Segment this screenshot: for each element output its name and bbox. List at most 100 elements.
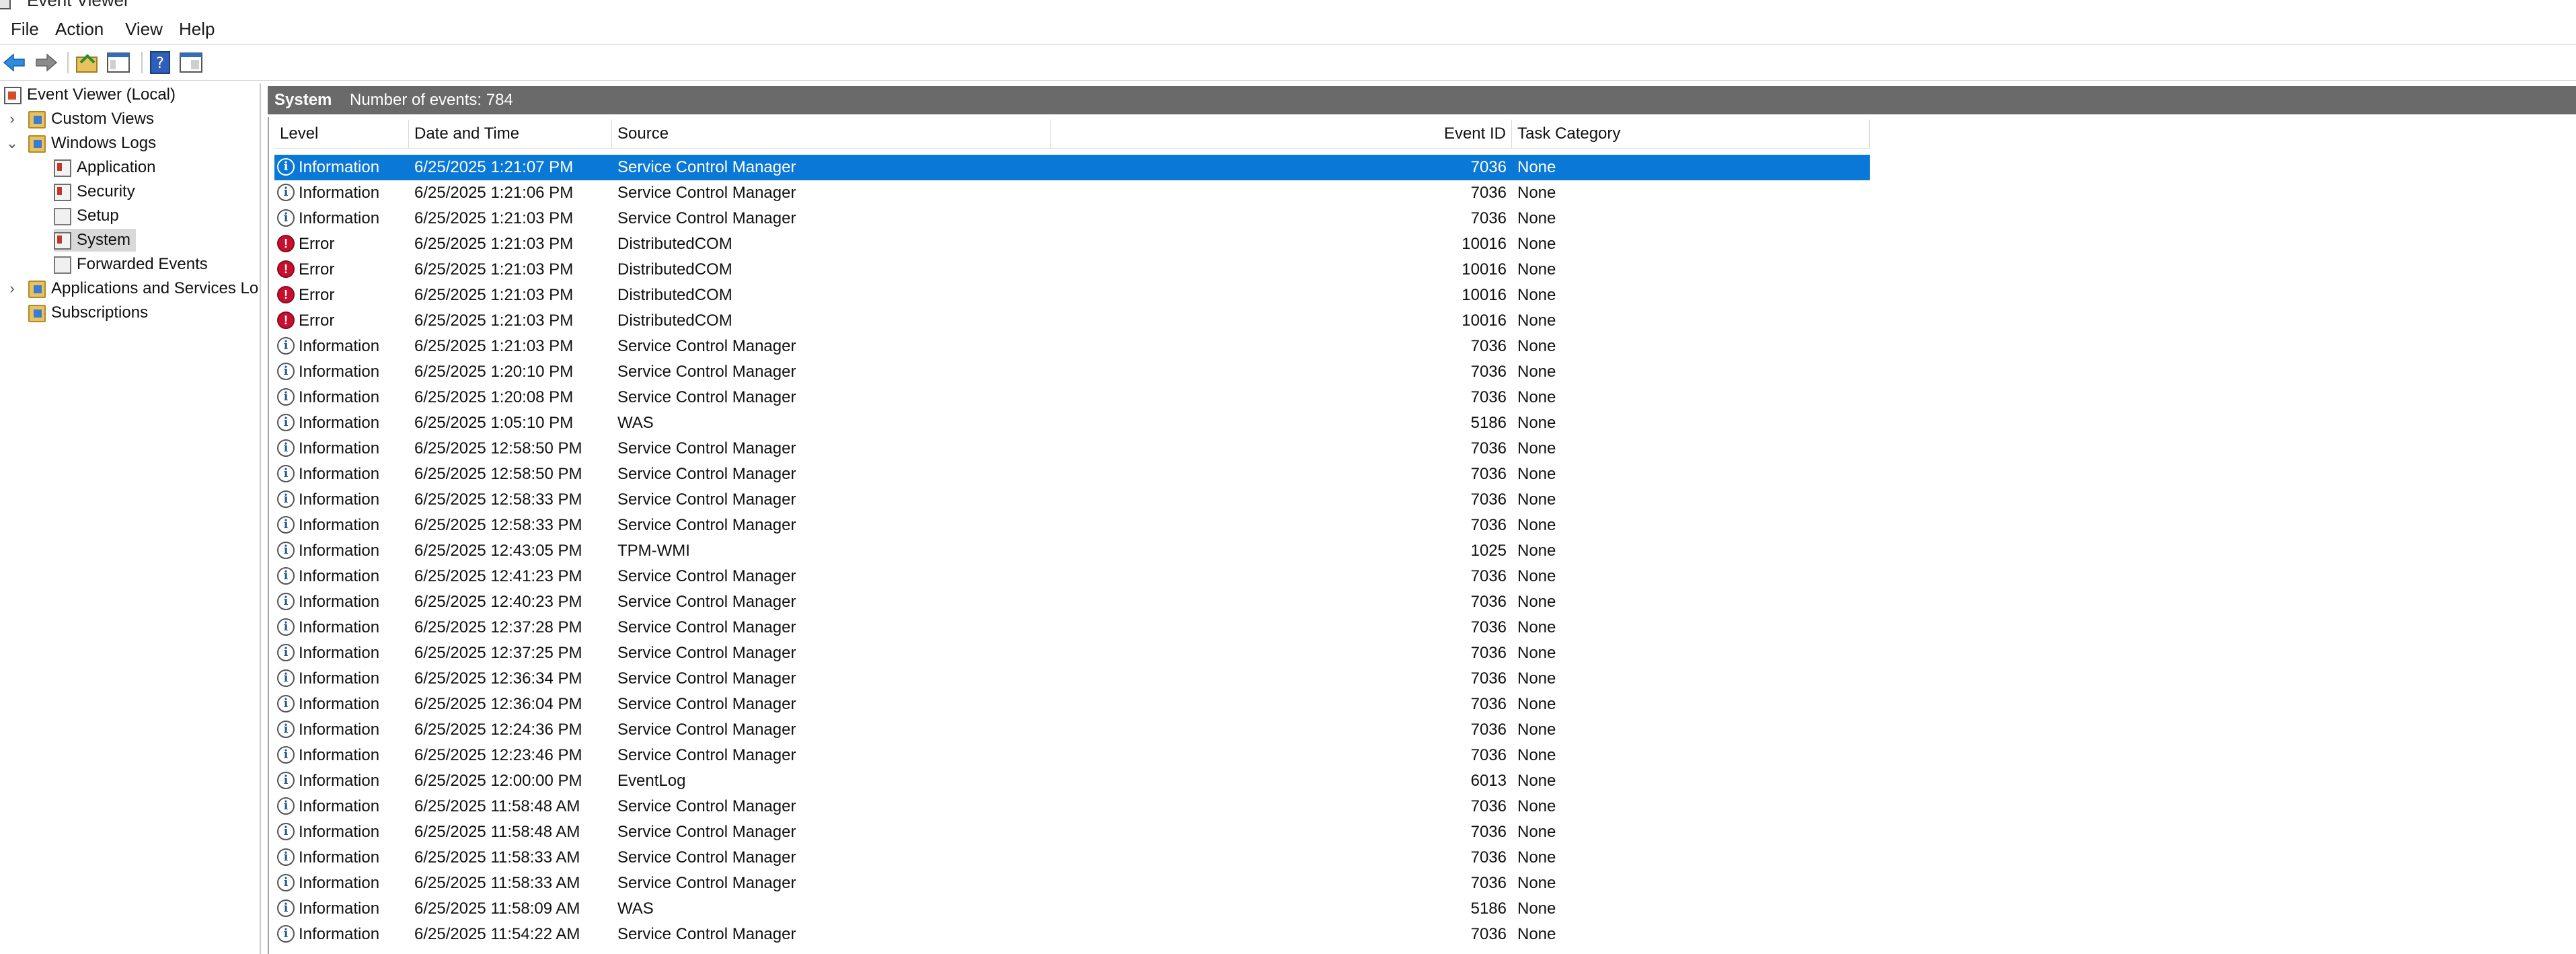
help-icon[interactable]: ?	[147, 49, 174, 76]
tree-event-viewer-local[interactable]: Event Viewer (Local)	[4, 83, 176, 106]
cell-source: TPM-WMI	[617, 542, 690, 560]
cell-level: Information	[299, 823, 380, 841]
event-row[interactable]: i Information 6/25/2025 12:36:04 PM Service…	[274, 692, 1870, 717]
event-row[interactable]: i Information 6/25/2025 1:21:06 PM Service …	[274, 180, 1870, 206]
log-icon	[54, 183, 71, 201]
tree-windows-logs[interactable]: Windows Logs	[28, 132, 156, 155]
event-row[interactable]: i Information 6/25/2025 12:24:36 PM Service…	[274, 717, 1870, 743]
cell-event-id: 7036	[1470, 746, 1507, 764]
menu-file[interactable]: File	[11, 19, 39, 40]
tree-label: Applications and Services Lo	[51, 279, 259, 297]
menu-view[interactable]: View	[125, 19, 163, 40]
expand-chevron-icon[interactable]: ›	[5, 277, 19, 300]
event-row[interactable]: ! Error 6/25/2025 1:21:03 PM DistributedCOM…	[274, 231, 1870, 257]
event-row[interactable]: i Information 6/25/2025 12:41:23 PM Service…	[274, 564, 1870, 589]
event-row[interactable]: i Information 6/25/2025 12:37:28 PM Service…	[274, 615, 1870, 640]
event-row[interactable]: i Information 6/25/2025 12:23:46 PM Service…	[274, 743, 1870, 768]
event-list: Level Date and Time Source Event ID Task…	[268, 117, 2576, 954]
event-row[interactable]: i Information 6/25/2025 12:58:33 PM Service…	[274, 487, 1870, 513]
event-row[interactable]: ! Error 6/25/2025 1:21:03 PM DistributedCOM…	[274, 257, 1870, 283]
column-date-time[interactable]: Date and Time	[409, 120, 612, 148]
information-icon: i	[277, 516, 295, 534]
event-row[interactable]: i Information 6/25/2025 1:20:08 PM Service …	[274, 385, 1870, 410]
cell-level: Information	[299, 209, 380, 227]
tree-log-system[interactable]: System	[54, 229, 137, 252]
cell-date-time: 6/25/2025 12:24:36 PM	[414, 721, 582, 739]
menu-help[interactable]: Help	[179, 19, 215, 40]
event-row[interactable]: i Information 6/25/2025 12:58:50 PM Service…	[274, 436, 1870, 462]
cell-level: Error	[299, 260, 335, 279]
cell-source: Service Control Manager	[617, 439, 796, 457]
event-row[interactable]: i Information 6/25/2025 1:20:10 PM Service …	[274, 359, 1870, 385]
show-hide-tree-icon[interactable]	[105, 49, 132, 76]
event-row[interactable]: i Information 6/25/2025 11:58:33 AM Service…	[274, 845, 1870, 871]
open-folder-icon[interactable]	[74, 49, 101, 76]
information-icon: i	[277, 490, 295, 508]
information-icon: i	[277, 797, 295, 815]
tree-log-forwarded-events[interactable]: Forwarded Events	[54, 253, 208, 276]
information-icon: i	[277, 746, 295, 764]
column-task-category[interactable]: Task Category	[1512, 120, 1870, 148]
properties-icon[interactable]	[178, 49, 204, 76]
cell-date-time: 6/25/2025 12:58:50 PM	[414, 439, 582, 457]
event-row[interactable]: i Information 6/25/2025 11:54:22 AM Service…	[274, 922, 1870, 947]
event-row[interactable]: i Information 6/25/2025 12:00:00 PM EventLo…	[274, 768, 1870, 794]
tree-log-setup[interactable]: Setup	[54, 205, 119, 227]
cell-date-time: 6/25/2025 1:21:03 PM	[414, 209, 574, 227]
event-row[interactable]: i Information 6/25/2025 1:05:10 PM WAS 5186 N…	[274, 410, 1870, 436]
event-row[interactable]: ! Error 6/25/2025 1:21:03 PM DistributedCOM…	[274, 308, 1870, 334]
event-row[interactable]: ! Error 6/25/2025 1:21:03 PM DistributedCOM…	[274, 283, 1870, 308]
expand-chevron-icon[interactable]: ›	[5, 108, 19, 131]
event-row[interactable]: i Information 6/25/2025 12:40:23 PM Service…	[274, 589, 1870, 615]
cell-source: Service Control Manager	[617, 797, 796, 815]
cell-task-category: None	[1517, 235, 1556, 253]
tree-applications-services[interactable]: Applications and Services Lo	[28, 277, 258, 300]
event-row[interactable]: i Information 6/25/2025 1:21:03 PM Service …	[274, 206, 1870, 231]
tree-subscriptions[interactable]: Subscriptions	[28, 301, 148, 324]
cell-event-id: 7036	[1470, 567, 1507, 585]
cell-event-id: 10016	[1462, 286, 1507, 304]
cell-source: Service Control Manager	[617, 721, 796, 739]
event-row[interactable]: i Information 6/25/2025 11:58:09 AM WAS 5186…	[274, 896, 1870, 922]
cell-source: Service Control Manager	[617, 337, 796, 355]
cell-event-id: 7036	[1470, 797, 1507, 815]
cell-task-category: None	[1517, 746, 1556, 764]
event-row[interactable]: i Information 6/25/2025 12:36:34 PM Service…	[274, 666, 1870, 692]
event-row[interactable]: i Information 6/25/2025 12:37:25 PM Service…	[274, 640, 1870, 666]
cell-task-category: None	[1517, 490, 1556, 509]
collapse-chevron-icon[interactable]: ⌄	[5, 132, 19, 155]
cell-source: Service Control Manager	[617, 158, 796, 176]
event-row[interactable]: i Information 6/25/2025 12:58:50 PM Service…	[274, 462, 1870, 487]
event-row[interactable]: i Information 6/25/2025 11:58:48 AM Service…	[274, 794, 1870, 819]
folder-icon	[28, 280, 46, 298]
console-tree: Event Viewer (Local) › Custom Views ⌄ Wi…	[0, 83, 261, 954]
cell-task-category: None	[1517, 465, 1556, 483]
tree-custom-views[interactable]: Custom Views	[28, 108, 154, 131]
cell-event-id: 5186	[1470, 414, 1507, 432]
cell-level: Information	[299, 542, 380, 560]
information-icon: i	[277, 874, 295, 891]
column-level[interactable]: Level	[274, 120, 409, 148]
svg-text:?: ?	[156, 55, 164, 72]
menu-action[interactable]: Action	[55, 19, 104, 40]
event-row[interactable]: i Information 6/25/2025 11:58:48 AM Service…	[274, 819, 1870, 845]
cell-source: DistributedCOM	[617, 235, 732, 253]
column-source[interactable]: Source	[612, 120, 1051, 148]
event-row[interactable]: i Information 6/25/2025 12:58:33 PM Service…	[274, 513, 1870, 538]
event-row[interactable]: i Information 6/25/2025 12:43:05 PM TPM-WMI…	[274, 538, 1870, 564]
cell-date-time: 6/25/2025 12:41:23 PM	[414, 567, 582, 585]
toolbar-separator	[141, 52, 143, 73]
window-title: Event Viewer	[27, 0, 130, 10]
event-row[interactable]: i Information 6/25/2025 1:21:07 PM Service …	[274, 155, 1870, 180]
back-arrow-icon[interactable]	[1, 49, 28, 76]
cell-level: Information	[299, 465, 380, 483]
cell-task-category: None	[1517, 593, 1556, 611]
event-row[interactable]: i Information 6/25/2025 1:21:03 PM Service …	[274, 334, 1870, 359]
cell-event-id: 7036	[1470, 158, 1507, 176]
tree-log-application[interactable]: Application	[54, 156, 155, 179]
column-event-id[interactable]: Event ID	[1051, 120, 1512, 148]
information-icon: i	[277, 823, 295, 840]
tree-log-security[interactable]: Security	[54, 180, 135, 203]
forward-arrow-icon[interactable]	[32, 49, 59, 76]
event-row[interactable]: i Information 6/25/2025 11:58:33 AM Service…	[274, 871, 1870, 896]
